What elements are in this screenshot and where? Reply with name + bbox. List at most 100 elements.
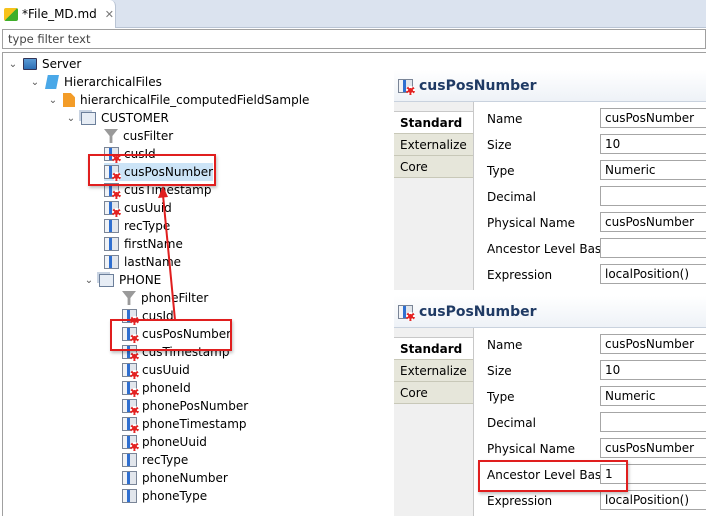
field-icon [104,255,119,269]
chevron-down-icon[interactable]: ⌄ [66,113,76,124]
editor-tab-title: *File_MD.md [22,7,97,21]
tree-node-field[interactable]: cusFilter [104,127,173,145]
tree-label: phoneTimestamp [142,417,247,431]
decimal-input[interactable] [600,412,706,432]
field-label: Type [487,164,515,178]
physical-name-input[interactable]: cusPosNumber [600,212,706,232]
tree-node-field[interactable]: phoneUuid [122,433,207,451]
tree-node-customer[interactable]: ⌄ CUSTOMER [66,109,169,127]
close-icon[interactable]: ✕ [105,8,114,21]
vertical-tabs: Standard Externalize Core [394,328,474,516]
tree-label: cusFilter [123,129,174,143]
expression-input[interactable]: localPosition() [600,490,706,510]
size-input[interactable]: 10 [600,360,706,380]
decimal-input[interactable] [600,186,706,206]
tree-node-field[interactable]: phoneFilter [122,289,208,307]
tree-node-hierarchical-files[interactable]: ⌄ HierarchicalFiles [30,73,162,91]
vertical-tabs: Standard Externalize Core [394,102,474,290]
field-icon [122,489,137,503]
field-label: Size [487,364,512,378]
field-label: Ancestor Level Base [487,242,609,256]
editor-tab-bar: *File_MD.md ✕ [0,0,706,28]
tree-node-field[interactable]: phoneId [122,379,191,397]
expression-input[interactable]: localPosition() [600,264,706,284]
field-label: Physical Name [487,216,576,230]
ancestor-level-base-input[interactable] [600,238,706,258]
tree-label: phoneUuid [142,435,207,449]
field-label: Expression [487,268,553,282]
filter-icon [122,291,136,305]
tree-label: cusUuid [142,363,190,377]
filter-icon [104,129,118,143]
panel-header: cusPosNumber [394,70,706,102]
record-group-icon [81,111,96,125]
chevron-down-icon[interactable]: ⌄ [30,77,40,88]
physical-name-input[interactable]: cusPosNumber [600,438,706,458]
tab-spacer [394,328,473,338]
field-label: Name [487,112,523,126]
tree-node-field[interactable]: firstName [104,235,183,253]
computed-field-icon [122,435,139,451]
tree-node-field[interactable]: phoneTimestamp [122,415,247,433]
tree-label: recType [142,453,189,467]
file-icon [63,93,75,107]
chevron-down-icon[interactable]: ⌄ [84,275,94,286]
tree-label: recType [124,219,171,233]
tab-externalize[interactable]: Externalize [394,360,473,382]
name-input[interactable]: cusPosNumber [600,334,706,354]
panel-title: cusPosNumber [419,77,537,94]
tree-node-server[interactable]: ⌄ Server [8,55,82,73]
field-label: Name [487,338,523,352]
field-icon [122,453,137,467]
field-label: Physical Name [487,442,576,456]
tree-label: phoneId [142,381,191,395]
editor-tab[interactable]: *File_MD.md ✕ [0,0,116,28]
tab-standard[interactable]: Standard [394,112,473,134]
tree-node-field[interactable]: phoneType [122,487,207,505]
highlight-box-phone-cusposnumber [110,319,232,351]
tree-node-field[interactable]: recType [122,451,188,469]
highlight-box-customer-cusposnumber [88,154,216,186]
tree-node-field[interactable]: lastName [104,253,181,271]
tree-label: phoneType [142,489,208,503]
name-input[interactable]: cusPosNumber [600,108,706,128]
filter-input[interactable]: type filter text [2,29,706,49]
tab-externalize[interactable]: Externalize [394,134,473,156]
tree-node-file[interactable]: ⌄ hierarchicalFile_computedFieldSample [48,91,309,109]
tree-label: cusUuid [124,201,172,215]
type-input[interactable]: Numeric [600,386,706,406]
tree-label: phoneNumber [142,471,228,485]
server-icon [23,58,37,70]
tab-core[interactable]: Core [394,382,473,404]
tree-label: Server [42,57,82,71]
tab-standard[interactable]: Standard [394,338,473,360]
metadata-file-icon [4,7,18,21]
tree-node-field[interactable]: cusUuid [122,361,190,379]
field-label: Type [487,390,515,404]
tree-node-field[interactable]: phonePosNumber [122,397,248,415]
panel-title: cusPosNumber [419,303,537,320]
highlight-box-ancestor-level-base [478,460,628,492]
field-label: Expression [487,494,553,508]
field-icon [122,471,137,485]
tree-label: CUSTOMER [101,111,169,125]
computed-field-icon [122,363,139,379]
size-input[interactable]: 10 [600,134,706,154]
tree-label: phonePosNumber [142,399,249,413]
tab-spacer [394,102,473,112]
chevron-down-icon[interactable]: ⌄ [8,59,18,70]
panel-header: cusPosNumber [394,296,706,328]
tree-label: phoneFilter [141,291,209,305]
tree-node-phone[interactable]: ⌄ PHONE [84,271,161,289]
tree-node-field[interactable]: cusUuid [104,199,172,217]
tree-node-field[interactable]: phoneNumber [122,469,228,487]
tree-node-field[interactable]: recType [104,217,170,235]
record-group-icon [99,273,114,287]
chevron-down-icon[interactable]: ⌄ [48,95,58,106]
tab-core[interactable]: Core [394,156,473,178]
tree-label: firstName [124,237,183,251]
computed-field-icon [122,399,139,415]
type-input[interactable]: Numeric [600,160,706,180]
field-icon [104,237,119,251]
computed-field-icon [104,201,121,217]
